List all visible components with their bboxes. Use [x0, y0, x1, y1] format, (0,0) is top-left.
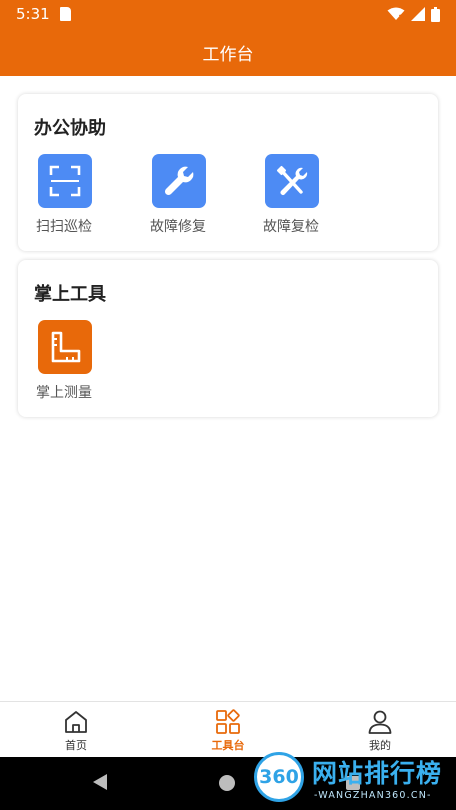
main-content: 办公协助 扫扫巡检 故障修复 故障复检 掌上工具 掌上测量	[0, 76, 456, 701]
home-circle-icon[interactable]	[219, 775, 235, 791]
handheld-measure-button[interactable]: 掌上测量	[24, 320, 104, 402]
signal-icon	[411, 7, 425, 21]
battery-icon	[431, 6, 440, 22]
scan-icon	[38, 154, 92, 208]
tab-profile-label: 我的	[369, 739, 391, 752]
page-title: 工作台	[202, 45, 254, 65]
tab-workbench[interactable]: 工具台	[152, 702, 304, 758]
workbench-icon	[216, 709, 240, 734]
office-assist-card: 办公协助 扫扫巡检 故障修复 故障复检	[18, 94, 438, 251]
sd-card-icon	[60, 7, 71, 21]
watermark-name: 网站排行榜	[312, 759, 443, 788]
fault-repair-button[interactable]: 故障修复	[138, 154, 218, 236]
bottom-nav: 首页 工具台 我的	[0, 701, 456, 757]
back-icon[interactable]	[92, 773, 108, 791]
home-icon	[65, 711, 87, 733]
watermark-site: -WANGZHAN360.CN-	[314, 790, 432, 801]
handheld-tools-card: 掌上工具 掌上测量	[18, 260, 438, 417]
ruler-icon	[38, 320, 92, 374]
status-icons	[387, 6, 440, 22]
fault-repair-label: 故障修复	[150, 219, 206, 235]
status-time: 5:31	[16, 5, 50, 23]
profile-icon	[368, 710, 392, 734]
fault-recheck-label: 故障复检	[263, 219, 319, 235]
wrench-icon	[152, 154, 206, 208]
tab-profile[interactable]: 我的	[304, 702, 456, 758]
tab-home-label: 首页	[65, 739, 87, 752]
app-header: 工作台	[0, 28, 456, 76]
watermark: 360 网站排行榜 -WANGZHAN360.CN-	[254, 752, 454, 808]
scan-inspection-label: 扫扫巡检	[36, 219, 92, 235]
scan-inspection-button[interactable]: 扫扫巡检	[24, 154, 104, 236]
office-assist-title: 办公协助	[34, 118, 106, 139]
tab-home[interactable]: 首页	[0, 702, 152, 758]
fault-recheck-button[interactable]: 故障复检	[251, 154, 331, 236]
handheld-tools-title: 掌上工具	[34, 284, 106, 305]
wifi-icon	[387, 7, 405, 20]
tab-workbench-label: 工具台	[211, 739, 245, 752]
handheld-measure-label: 掌上测量	[36, 385, 92, 401]
watermark-badge: 360	[254, 752, 304, 802]
tools-icon	[265, 154, 319, 208]
status-bar: 5:31	[0, 0, 456, 28]
